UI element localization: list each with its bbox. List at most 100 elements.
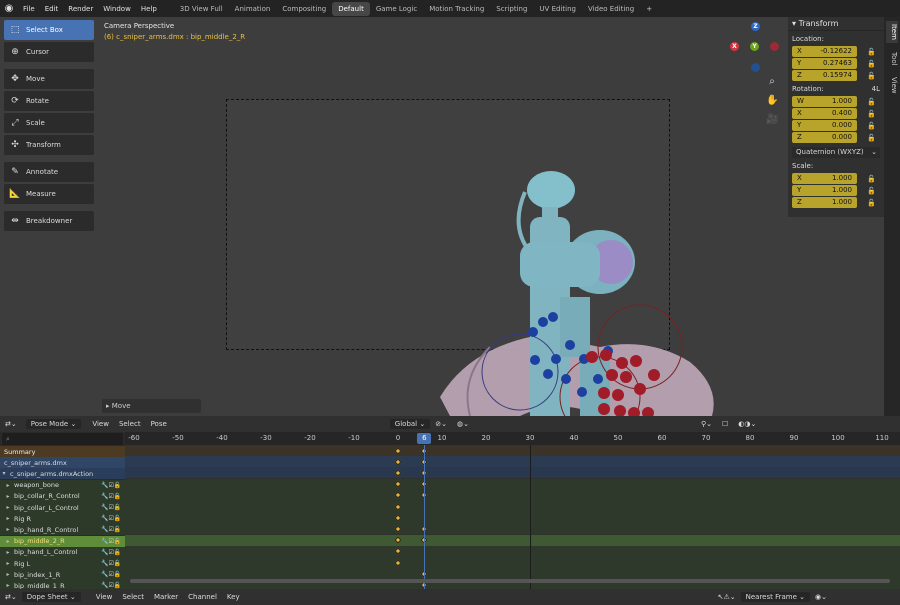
channel-toggle-icons[interactable]: 🔧☑🔓 [101, 549, 125, 556]
location-z-field[interactable]: Z 0.15974 🔓 [792, 70, 884, 81]
menu-select[interactable]: Select [114, 420, 146, 428]
scale-z-field[interactable]: Z 1.000 🔓 [792, 197, 884, 208]
menu-edit[interactable]: Edit [40, 5, 64, 13]
channel-row[interactable]: ▸ bip_middle_1_R 🔧☑🔓 [0, 580, 125, 589]
channel-row[interactable]: ▾c_sniper_arms.dmx [0, 457, 125, 469]
tool-measure[interactable]: 📐 Measure [4, 184, 94, 204]
menu-key[interactable]: Key [222, 593, 245, 601]
channel-toggle-icons[interactable]: 🔧☑🔓 [101, 582, 125, 589]
channel-toggle-icons[interactable]: 🔧☑🔓 [101, 504, 125, 511]
tool-rotate[interactable]: ⟳ Rotate [4, 91, 94, 111]
expand-chevron-icon[interactable]: ▸ [2, 571, 14, 578]
menu-select[interactable]: Select [117, 593, 149, 601]
editor-mode-dropdown[interactable]: Dope Sheet ⌄ [21, 592, 81, 602]
keyframe-row[interactable] [125, 523, 900, 535]
lock-icon[interactable]: 🔓 [867, 187, 876, 195]
expand-chevron-icon[interactable]: ▸ [2, 482, 14, 489]
menu-pose[interactable]: Pose [146, 420, 172, 428]
pan-hand-icon[interactable]: ✋ [766, 95, 778, 107]
tab-scripting[interactable]: Scripting [490, 2, 533, 16]
channel-row[interactable]: ▾ c_sniper_arms.dmxAction [0, 468, 125, 480]
keyframe-row[interactable] [125, 568, 900, 580]
tool-breakdowner[interactable]: ⇹ Breakdowner [4, 211, 94, 231]
gizmo-neg-x[interactable] [770, 42, 779, 51]
zoom-icon[interactable]: ⌕ [766, 76, 778, 88]
lock-icon[interactable]: 🔓 [867, 199, 876, 207]
tool-move[interactable]: ✥ Move [4, 69, 94, 89]
gizmo-x-axis[interactable]: X [730, 42, 739, 51]
lock-icon[interactable]: 🔓 [867, 48, 876, 56]
frame-ruler[interactable]: -60 -50 -40 -30 -20 -10 0 10 20 30 40 50 60 70 80 90 100… [125, 432, 900, 445]
channel-row[interactable]: ▸ bip_collar_L_Control 🔧☑🔓 [0, 502, 125, 513]
lock-icon[interactable]: 🔓 [867, 175, 876, 183]
keyframe-row[interactable] [125, 467, 900, 479]
location-y-field[interactable]: Y 0.27463 🔓 [792, 58, 884, 69]
tab-uv-editing[interactable]: UV Editing [533, 2, 582, 16]
channel-row[interactable]: ▸ bip_hand_L_Control 🔧☑🔓 [0, 546, 125, 558]
menu-file[interactable]: File [18, 5, 40, 13]
channel-row[interactable]: Summary [0, 446, 125, 457]
keyframe-row[interactable] [125, 501, 900, 512]
location-x-field[interactable]: X -0.12622 🔓 [792, 46, 884, 57]
lock-icon[interactable]: 🔓 [867, 110, 876, 118]
channel-row[interactable]: ▸ bip_index_1_R 🔧☑🔓 [0, 569, 125, 581]
keyframe-row[interactable] [125, 545, 900, 557]
camera-view-icon[interactable]: 🎥 [766, 114, 778, 126]
transform-panel-header[interactable]: ▾ Transform [788, 17, 884, 31]
tab-video-editing[interactable]: Video Editing [582, 2, 640, 16]
expand-chevron-icon[interactable]: ▸ [2, 582, 14, 589]
lock-icon[interactable]: 🔓 [867, 72, 876, 80]
tab-item[interactable]: Item [886, 21, 898, 43]
tool-select-box[interactable]: ⬚ Select Box [4, 20, 94, 40]
channel-toggle-icons[interactable]: 🔧☑🔓 [101, 515, 125, 522]
keyframe-row[interactable] [125, 557, 900, 568]
tool-cursor[interactable]: ⊕ Cursor [4, 42, 94, 62]
filter-icon[interactable]: ⚲⌄ [696, 420, 717, 428]
orientation-dropdown[interactable]: Global ⌄ [389, 419, 431, 429]
keyframe-row[interactable] [125, 445, 900, 456]
scale-x-field[interactable]: X 1.000 🔓 [792, 173, 884, 184]
expand-chevron-icon[interactable]: ▸ [2, 515, 14, 522]
tab-motion-tracking[interactable]: Motion Tracking [423, 2, 490, 16]
rotation-mode-dropdown[interactable]: Quaternion (WXYZ) ⌄ [792, 147, 880, 158]
snap-mode-dropdown[interactable]: Nearest Frame ⌄ [740, 592, 811, 602]
editor-type-icon[interactable]: ⇄⌄ [0, 593, 22, 601]
rotation-y-field[interactable]: Y 0.000 🔓 [792, 120, 884, 131]
menu-render[interactable]: Render [63, 5, 98, 13]
tab-tool[interactable]: Tool [886, 49, 898, 69]
last-operator-panel[interactable]: ▸ Move [102, 399, 201, 413]
menu-window[interactable]: Window [98, 5, 136, 13]
lock-icon[interactable]: 🔓 [867, 134, 876, 142]
lock-icon[interactable]: 🔓 [867, 60, 876, 68]
gizmo-y-axis[interactable]: Y [750, 42, 759, 51]
only-selected-icon[interactable]: ☐ [717, 420, 733, 428]
horizontal-scrollbar[interactable] [130, 579, 890, 583]
editor-type-icon[interactable]: ⇄⌄ [0, 420, 22, 428]
channel-row[interactable]: ▸ bip_middle_2_R 🔧☑🔓 [0, 535, 125, 547]
expand-chevron-icon[interactable]: ▸ [2, 549, 14, 556]
snap-icon[interactable]: ◍⌄ [452, 420, 474, 428]
tool-scale[interactable]: ⤢ Scale [4, 113, 94, 133]
menu-channel[interactable]: Channel [183, 593, 222, 601]
channel-toggle-icons[interactable]: 🔧☑🔓 [101, 538, 125, 545]
onion-icon[interactable]: ◉⌄ [810, 593, 832, 601]
keyframe-row[interactable] [125, 456, 900, 468]
channel-toggle-icons[interactable]: 🔧☑🔓 [101, 526, 125, 533]
channel-toggle-icons[interactable]: 🔧☑🔓 [101, 482, 125, 489]
tab-compositing[interactable]: Compositing [276, 2, 332, 16]
keyframe-row[interactable] [125, 478, 900, 490]
expand-chevron-icon[interactable]: ▸ [2, 560, 14, 567]
rotation-z-field[interactable]: Z 0.000 🔓 [792, 132, 884, 143]
expand-chevron-icon[interactable]: ▸ [2, 493, 14, 500]
channel-row[interactable]: ▸ bip_hand_R_Control 🔧☑🔓 [0, 524, 125, 536]
expand-chevron-icon[interactable]: ▸ [2, 538, 14, 545]
rotation-x-field[interactable]: X 0.400 🔓 [792, 108, 884, 119]
channel-row[interactable]: ▸ Rig L 🔧☑🔓 [0, 558, 125, 569]
tab-view[interactable]: View [886, 75, 898, 95]
current-frame-indicator[interactable]: 6 [417, 433, 432, 444]
keyframe-row[interactable] [125, 512, 900, 524]
lock-icon[interactable]: 🔓 [867, 122, 876, 130]
channel-toggle-icons[interactable]: 🔧☑🔓 [101, 560, 125, 567]
add-workspace-button[interactable]: + [640, 5, 658, 13]
channel-toggle-icons[interactable]: 🔧☑🔓 [101, 493, 125, 500]
